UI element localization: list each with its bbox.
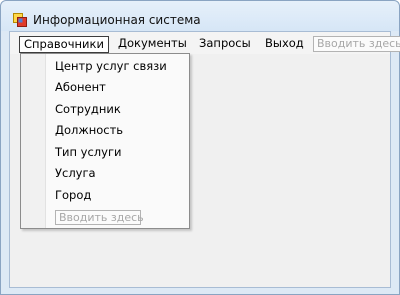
dropdown-item-city[interactable]: Город (55, 186, 91, 204)
window-title: Информационная система (33, 13, 201, 27)
menu-type-here-input[interactable]: Вводить здесь (313, 36, 400, 52)
dropdown-item-communication-center[interactable]: Центр услуг связи (55, 57, 167, 75)
directories-dropdown: Центр услуг связи Абонент Сотрудник Долж… (20, 53, 190, 229)
dropdown-icon-gutter (21, 54, 46, 228)
dropdown-item-employee[interactable]: Сотрудник (55, 100, 121, 118)
app-window-icon (13, 13, 27, 27)
dropdown-item-service[interactable]: Услуга (55, 164, 96, 182)
dropdown-item-position[interactable]: Должность (55, 121, 123, 139)
menu-item-directories[interactable]: Справочники (19, 36, 109, 53)
main-client-area: Справочники Документы Запросы Выход Ввод… (9, 31, 400, 288)
menu-item-exit[interactable]: Выход (261, 36, 308, 53)
menu-bar: Справочники Документы Запросы Выход Ввод… (10, 32, 400, 54)
dropdown-item-subscriber[interactable]: Абонент (55, 78, 106, 96)
menu-item-documents[interactable]: Документы (114, 36, 191, 53)
dropdown-item-service-type[interactable]: Тип услуги (55, 143, 121, 161)
dropdown-type-here-input[interactable]: Вводить здесь (55, 210, 144, 225)
menu-item-queries[interactable]: Запросы (195, 36, 255, 53)
app-window: Информационная система Справочники Докум… (0, 0, 400, 295)
title-bar[interactable]: Информационная система (1, 1, 399, 31)
